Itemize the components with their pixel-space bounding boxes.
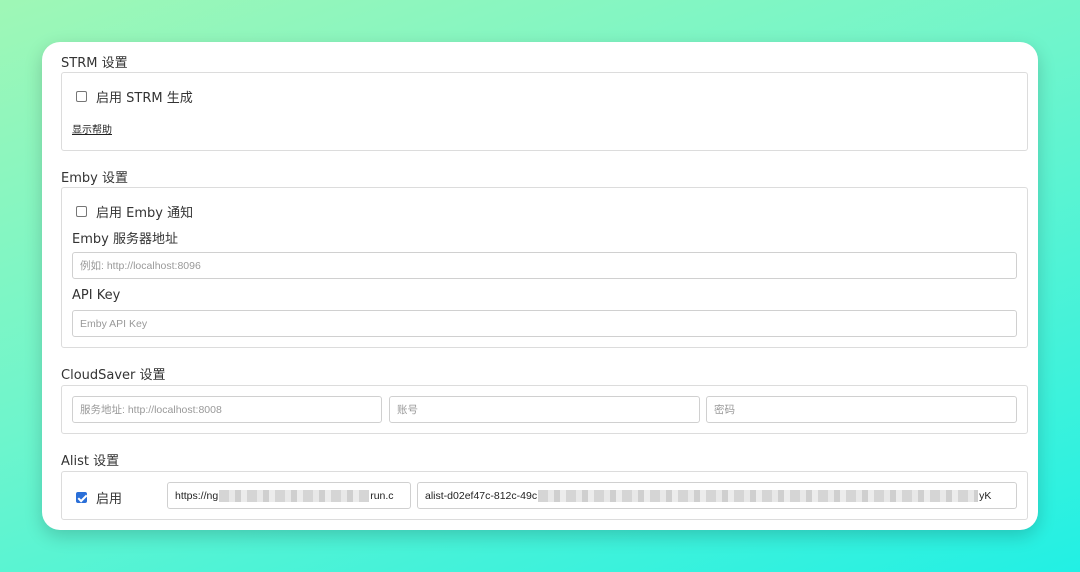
checkbox-icon[interactable] xyxy=(76,91,87,102)
alist-token-suffix: yK xyxy=(979,489,992,502)
alist-url-suffix: run.c xyxy=(370,489,394,502)
show-help-link[interactable]: 显示帮助 xyxy=(72,121,112,136)
alist-enable-checkbox[interactable]: 启用 xyxy=(76,488,122,507)
redacted-blur xyxy=(538,489,979,502)
emby-section-box: 启用 Emby 通知 Emby 服务器地址 例如: http://localho… xyxy=(61,187,1028,348)
alist-url-prefix: https://ng xyxy=(175,489,219,502)
cloudsaver-account-input[interactable]: 账号 xyxy=(389,396,700,423)
cloudsaver-url-input[interactable]: 服务地址: http://localhost:8008 xyxy=(72,396,382,423)
alist-enable-label: 启用 xyxy=(96,492,123,507)
alist-token-input[interactable]: alist-d02ef47c-812c-49c yK xyxy=(417,482,1017,509)
alist-section-title: Alist 设置 xyxy=(61,454,120,469)
emby-server-input[interactable]: 例如: http://localhost:8096 xyxy=(72,252,1017,279)
settings-card: STRM 设置 启用 STRM 生成 显示帮助 Emby 设置 启用 Emby … xyxy=(42,42,1038,530)
cloudsaver-section-title: CloudSaver 设置 xyxy=(61,368,166,383)
alist-token-prefix: alist-d02ef47c-812c-49c xyxy=(425,489,538,502)
strm-enable-checkbox[interactable]: 启用 STRM 生成 xyxy=(76,87,193,106)
emby-apikey-label: API Key xyxy=(72,288,121,303)
emby-enable-checkbox[interactable]: 启用 Emby 通知 xyxy=(76,202,193,221)
alist-url-input[interactable]: https://ng run.c xyxy=(167,482,411,509)
emby-apikey-input[interactable]: Emby API Key xyxy=(72,310,1017,337)
emby-enable-label: 启用 Emby 通知 xyxy=(96,206,194,221)
strm-enable-label: 启用 STRM 生成 xyxy=(96,91,193,106)
emby-server-label: Emby 服务器地址 xyxy=(72,232,178,247)
checkbox-icon[interactable] xyxy=(76,206,87,217)
cloudsaver-section-box: 服务地址: http://localhost:8008 账号 密码 xyxy=(61,385,1028,434)
strm-section-title: STRM 设置 xyxy=(61,56,128,71)
cloudsaver-password-input[interactable]: 密码 xyxy=(706,396,1017,423)
alist-section-box: 启用 https://ng run.c alist-d02ef47c-812c-… xyxy=(61,471,1028,520)
checkbox-checked-icon[interactable] xyxy=(76,492,87,503)
emby-section-title: Emby 设置 xyxy=(61,171,128,186)
strm-section-box: 启用 STRM 生成 显示帮助 xyxy=(61,72,1028,151)
redacted-blur xyxy=(219,489,370,502)
